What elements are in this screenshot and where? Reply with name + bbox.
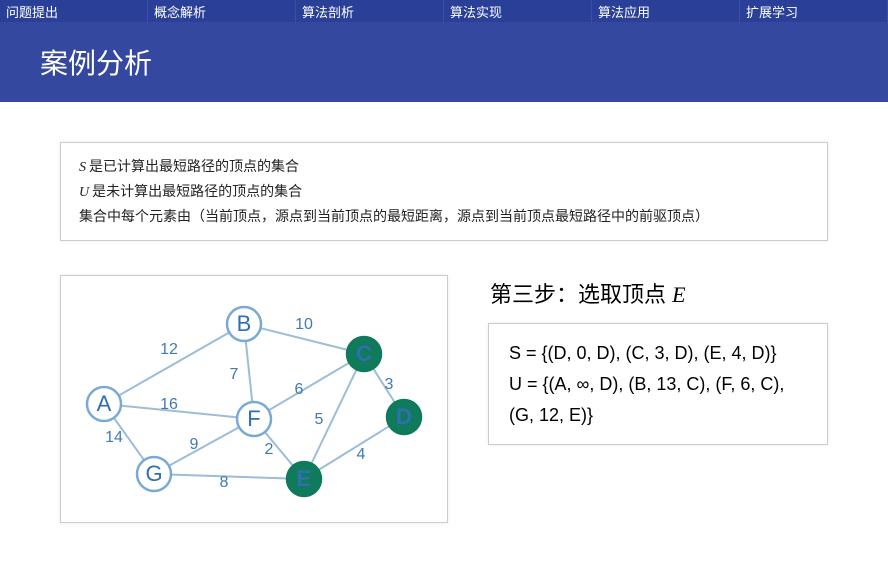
nav-item-2[interactable]: 概念解析 bbox=[148, 0, 296, 23]
sets-box: S = {(D, 0, D), (C, 3, D), (E, 4, D)} U … bbox=[488, 323, 828, 445]
weight-C-D: 3 bbox=[385, 376, 394, 393]
weight-D-E: 4 bbox=[357, 446, 366, 463]
def-line-3: 集合中每个元素由（当前顶点，源点到当前顶点的最短距离，源点到当前顶点最短路径中的… bbox=[79, 205, 809, 229]
weight-A-F: 16 bbox=[160, 396, 178, 413]
node-label-A: A bbox=[97, 391, 112, 416]
node-label-C: C bbox=[356, 341, 372, 366]
node-label-D: D bbox=[396, 404, 412, 429]
def-s-var: S bbox=[79, 160, 89, 175]
weight-A-B: 12 bbox=[160, 341, 178, 358]
definitions-box: S是已计算出最短路径的顶点的集合 U是未计算出最短路径的顶点的集合 集合中每个元… bbox=[60, 142, 828, 241]
step-header: 第三步：选取顶点 E bbox=[490, 277, 828, 309]
graph-box: 12 16 14 10 7 3 65 4 2 8 9 A B C D E F G bbox=[60, 275, 448, 523]
weight-E-G: 8 bbox=[220, 474, 229, 491]
step-prefix: 第三步：选取顶点 bbox=[490, 282, 672, 307]
edge-E-G bbox=[154, 474, 304, 479]
node-label-G: G bbox=[145, 461, 162, 486]
nav-item-4[interactable]: 算法实现 bbox=[444, 0, 592, 23]
node-label-B: B bbox=[237, 311, 252, 336]
step-vertex: E bbox=[672, 282, 685, 307]
node-label-F: F bbox=[247, 406, 260, 431]
edge-A-B bbox=[104, 324, 244, 404]
nav-item-1[interactable]: 问题提出 bbox=[0, 0, 148, 23]
weight-C-F: 6 bbox=[295, 381, 304, 398]
def-u-text: 是未计算出最短路径的顶点的集合 bbox=[92, 183, 302, 199]
def-s-text: 是已计算出最短路径的顶点的集合 bbox=[89, 158, 299, 174]
node-label-E: E bbox=[297, 466, 312, 491]
weight-A-G: 14 bbox=[105, 429, 123, 446]
page-title: 案例分析 bbox=[0, 22, 888, 102]
nav-item-6[interactable]: 扩展学习 bbox=[740, 0, 888, 23]
set-u: U = {(A, ∞, D), (B, 13, C), (F, 6, C), (… bbox=[509, 369, 807, 430]
weight-C-E: 5 bbox=[315, 411, 324, 428]
edge-A-F bbox=[104, 404, 254, 419]
def-line-s: S是已计算出最短路径的顶点的集合 bbox=[79, 155, 809, 180]
def-line-u: U是未计算出最短路径的顶点的集合 bbox=[79, 180, 809, 205]
nav-item-5[interactable]: 算法应用 bbox=[592, 0, 740, 23]
set-s: S = {(D, 0, D), (C, 3, D), (E, 4, D)} bbox=[509, 338, 807, 369]
def-u-var: U bbox=[79, 185, 92, 200]
top-nav: 问题提出 概念解析 算法剖析 算法实现 算法应用 扩展学习 bbox=[0, 0, 888, 22]
weight-F-G: 9 bbox=[190, 436, 199, 453]
nav-item-3[interactable]: 算法剖析 bbox=[296, 0, 444, 23]
weight-E-F: 2 bbox=[265, 441, 274, 458]
graph-diagram: 12 16 14 10 7 3 65 4 2 8 9 A B C D E F G bbox=[69, 284, 439, 509]
weight-B-F: 7 bbox=[230, 366, 239, 383]
weight-B-C: 10 bbox=[295, 316, 313, 333]
